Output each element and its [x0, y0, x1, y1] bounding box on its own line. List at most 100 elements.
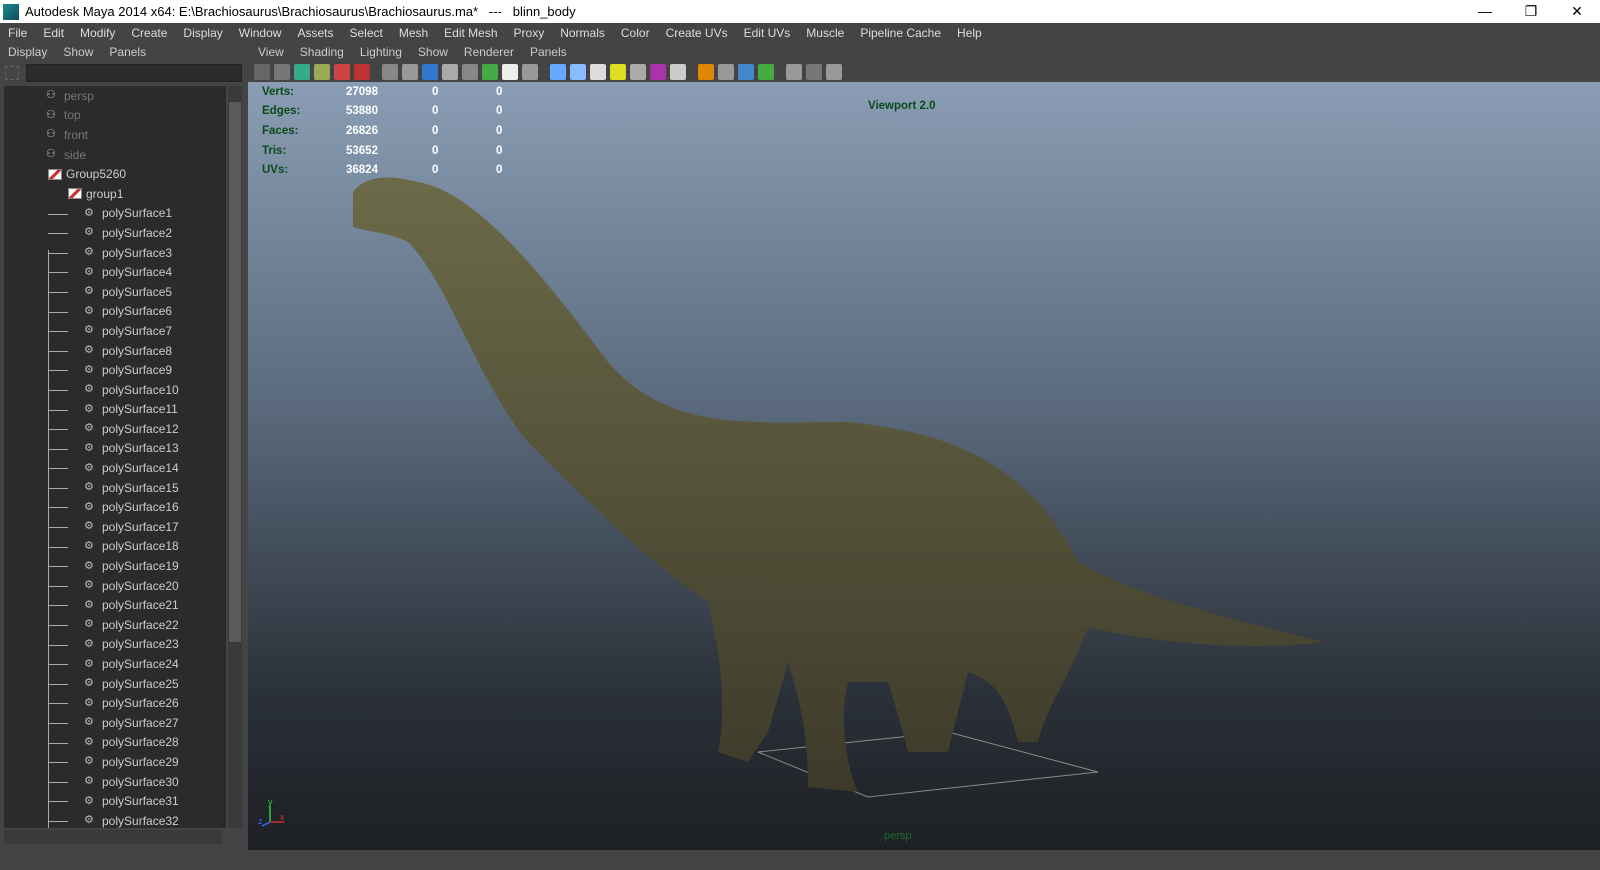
toolbar-tool-icon[interactable]	[354, 64, 370, 80]
toolbar-tool-icon[interactable]	[718, 64, 734, 80]
outliner-item-mesh[interactable]: ⚙ polySurface28	[4, 733, 226, 753]
outliner-item-mesh[interactable]: ⚙ polySurface11	[4, 400, 226, 420]
viewport-menu-shading[interactable]: Shading	[292, 45, 352, 59]
outliner-item-camera[interactable]: ⚇ top	[4, 106, 226, 126]
toolbar-tool-icon[interactable]	[402, 64, 418, 80]
menu-edit[interactable]: Edit	[35, 26, 72, 40]
toolbar-tool-icon[interactable]	[422, 64, 438, 80]
toolbar-tool-icon[interactable]	[758, 64, 774, 80]
restore-button[interactable]: ❐	[1508, 0, 1554, 23]
viewport-menu-renderer[interactable]: Renderer	[456, 45, 522, 59]
toolbar-tool-icon[interactable]	[294, 64, 310, 80]
outliner-item-mesh[interactable]: ⚙ polySurface3	[4, 243, 226, 263]
menu-assets[interactable]: Assets	[289, 26, 341, 40]
outliner-item-mesh[interactable]: ⚙ polySurface26	[4, 693, 226, 713]
outliner-item-group[interactable]: Group5260	[4, 164, 226, 184]
outliner-item-mesh[interactable]: ⚙ polySurface16	[4, 497, 226, 517]
toolbar-tool-icon[interactable]	[610, 64, 626, 80]
viewport-menu-view[interactable]: View	[250, 45, 292, 59]
outliner-menu-panels[interactable]: Panels	[101, 45, 154, 59]
toolbar-tool-icon[interactable]	[826, 64, 842, 80]
outliner-item-mesh[interactable]: ⚙ polySurface19	[4, 556, 226, 576]
menu-proxy[interactable]: Proxy	[506, 26, 553, 40]
outliner-item-mesh[interactable]: ⚙ polySurface22	[4, 615, 226, 635]
scroll-thumb[interactable]	[229, 102, 241, 642]
outliner-item-mesh[interactable]: ⚙ polySurface12	[4, 419, 226, 439]
menu-edit-mesh[interactable]: Edit Mesh	[436, 26, 505, 40]
outliner-vertical-scrollbar[interactable]	[228, 86, 242, 828]
toolbar-tool-icon[interactable]	[630, 64, 646, 80]
toolbar-tool-icon[interactable]	[382, 64, 398, 80]
outliner-item-mesh[interactable]: ⚙ polySurface31	[4, 791, 226, 811]
menu-normals[interactable]: Normals	[552, 26, 613, 40]
perspective-viewport[interactable]: View Shading Lighting Show Renderer Panels Ve…	[248, 42, 1600, 870]
menu-create[interactable]: Create	[123, 26, 175, 40]
outliner-horizontal-scrollbar[interactable]	[4, 830, 222, 844]
outliner-item-mesh[interactable]: ⚙ polySurface25	[4, 674, 226, 694]
menu-pipeline-cache[interactable]: Pipeline Cache	[852, 26, 949, 40]
outliner-item-mesh[interactable]: ⚙ polySurface7	[4, 321, 226, 341]
toolbar-tool-icon[interactable]	[550, 64, 566, 80]
toolbar-tool-icon[interactable]	[590, 64, 606, 80]
menu-file[interactable]: File	[0, 26, 35, 40]
menu-window[interactable]: Window	[231, 26, 290, 40]
menu-modify[interactable]: Modify	[72, 26, 123, 40]
outliner-item-mesh[interactable]: ⚙ polySurface15	[4, 478, 226, 498]
minimize-button[interactable]: —	[1462, 0, 1508, 23]
outliner-item-mesh[interactable]: ⚙ polySurface2	[4, 223, 226, 243]
toolbar-tool-icon[interactable]	[254, 64, 270, 80]
toolbar-tool-icon[interactable]	[698, 64, 714, 80]
menu-muscle[interactable]: Muscle	[798, 26, 852, 40]
menu-help[interactable]: Help	[949, 26, 990, 40]
outliner-item-mesh[interactable]: ⚙ polySurface30	[4, 772, 226, 792]
outliner-menu-show[interactable]: Show	[55, 45, 101, 59]
toolbar-tool-icon[interactable]	[502, 64, 518, 80]
viewport-scene[interactable]: Verts: 27098 0 0 Edges: 53880 0 0 Faces: 26826 0 0 T…	[248, 82, 1600, 850]
outliner-item-mesh[interactable]: ⚙ polySurface5	[4, 282, 226, 302]
outliner-item-camera[interactable]: ⚇ persp	[4, 86, 226, 106]
outliner-item-mesh[interactable]: ⚙ polySurface9	[4, 360, 226, 380]
outliner-item-camera[interactable]: ⚇ side	[4, 145, 226, 165]
outliner-item-mesh[interactable]: ⚙ polySurface23	[4, 635, 226, 655]
toolbar-tool-icon[interactable]	[738, 64, 754, 80]
outliner-menu-display[interactable]: Display	[0, 45, 55, 59]
toolbar-tool-icon[interactable]	[650, 64, 666, 80]
toolbar-tool-icon[interactable]	[462, 64, 478, 80]
outliner-item-mesh[interactable]: ⚙ polySurface20	[4, 576, 226, 596]
outliner-search-input[interactable]	[26, 64, 242, 82]
viewport-menu-lighting[interactable]: Lighting	[352, 45, 410, 59]
menu-select[interactable]: Select	[341, 26, 390, 40]
menu-mesh[interactable]: Mesh	[391, 26, 436, 40]
close-button[interactable]: ✕	[1554, 0, 1600, 23]
outliner-item-mesh[interactable]: ⚙ polySurface29	[4, 752, 226, 772]
toolbar-tool-icon[interactable]	[334, 64, 350, 80]
toolbar-tool-icon[interactable]	[314, 64, 330, 80]
toolbar-tool-icon[interactable]	[522, 64, 538, 80]
outliner-item-group[interactable]: group1	[4, 184, 226, 204]
outliner-item-mesh[interactable]: ⚙ polySurface8	[4, 341, 226, 361]
outliner-item-mesh[interactable]: ⚙ polySurface10	[4, 380, 226, 400]
outliner-item-mesh[interactable]: ⚙ polySurface1	[4, 204, 226, 224]
toolbar-tool-icon[interactable]	[786, 64, 802, 80]
outliner-item-mesh[interactable]: ⚙ polySurface14	[4, 458, 226, 478]
outliner-item-mesh[interactable]: ⚙ polySurface21	[4, 595, 226, 615]
toolbar-tool-icon[interactable]	[570, 64, 586, 80]
outliner-item-mesh[interactable]: ⚙ polySurface13	[4, 439, 226, 459]
toolbar-tool-icon[interactable]	[442, 64, 458, 80]
outliner-item-mesh[interactable]: ⚙ polySurface27	[4, 713, 226, 733]
outliner-item-camera[interactable]: ⚇ front	[4, 125, 226, 145]
outliner-item-mesh[interactable]: ⚙ polySurface17	[4, 517, 226, 537]
viewport-menu-panels[interactable]: Panels	[522, 45, 575, 59]
menu-edit-uvs[interactable]: Edit UVs	[736, 26, 799, 40]
toolbar-tool-icon[interactable]	[482, 64, 498, 80]
outliner-item-mesh[interactable]: ⚙ polySurface24	[4, 654, 226, 674]
menu-color[interactable]: Color	[613, 26, 658, 40]
toolbar-tool-icon[interactable]	[806, 64, 822, 80]
menu-display[interactable]: Display	[175, 26, 230, 40]
outliner-item-mesh[interactable]: ⚙ polySurface4	[4, 262, 226, 282]
menu-create-uvs[interactable]: Create UVs	[658, 26, 736, 40]
outliner-item-mesh[interactable]: ⚙ polySurface18	[4, 537, 226, 557]
viewport-menu-show[interactable]: Show	[410, 45, 456, 59]
outliner-item-mesh[interactable]: ⚙ polySurface32	[4, 811, 226, 828]
outliner-item-mesh[interactable]: ⚙ polySurface6	[4, 302, 226, 322]
